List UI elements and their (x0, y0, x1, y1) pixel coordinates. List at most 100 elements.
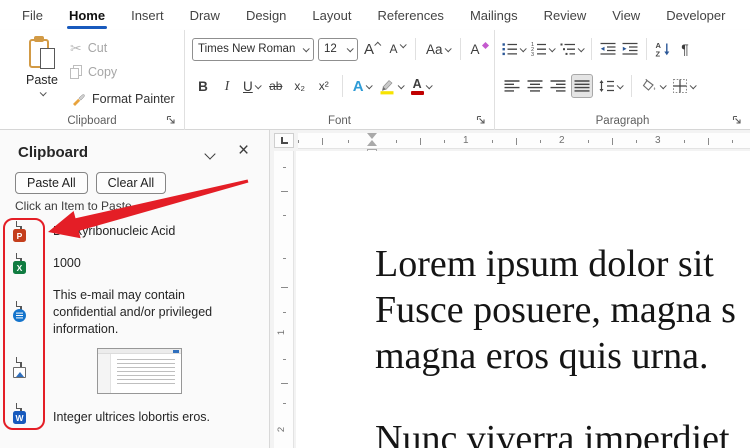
borders-button[interactable] (670, 74, 697, 98)
cut-button[interactable]: ✂ Cut (70, 41, 107, 55)
strikethrough-button[interactable]: ab (266, 74, 286, 98)
clipboard-item-text: This e-mail may contain confidential and… (53, 288, 213, 336)
increase-indent-button[interactable] (620, 37, 640, 61)
clipboard-item-text: Integer ultrices lobortis eros. (53, 410, 211, 424)
chevron-down-icon (577, 44, 585, 52)
horizontal-ruler[interactable]: 1 2 3 (298, 133, 750, 149)
change-case-button[interactable]: Aa (424, 37, 452, 61)
italic-button[interactable]: I (217, 74, 237, 98)
paste-all-button[interactable]: Paste All (15, 172, 88, 194)
chevron-down-icon (659, 81, 667, 89)
superscript-button[interactable]: x² (314, 74, 334, 98)
ribbon-tab-bar: File Home Insert Draw Design Layout Refe… (0, 0, 750, 30)
document-line: Fusce posuere, magna s (375, 289, 736, 331)
text-highlight-button[interactable] (377, 74, 405, 98)
tab-file[interactable]: File (22, 8, 43, 23)
tab-layout[interactable]: Layout (312, 8, 351, 23)
numbering-button[interactable]: 123 (529, 37, 556, 61)
chevron-down-icon (425, 81, 433, 89)
justify-button[interactable] (571, 74, 593, 98)
clear-formatting-button[interactable]: A (469, 37, 490, 61)
font-group: Times New Roman 12 A A Aa A B I U ab x₂ … (185, 30, 495, 130)
paint-bucket-icon (642, 78, 656, 91)
paste-label: Paste (26, 73, 58, 87)
font-size-combo[interactable]: 12 (318, 37, 358, 61)
show-hide-paragraph-button[interactable]: ¶ (675, 37, 695, 61)
copy-button[interactable]: Copy (70, 65, 117, 79)
grow-font-button[interactable]: A (362, 37, 383, 61)
underline-button[interactable]: U (241, 74, 262, 98)
paragraph-group-label: Paragraph (595, 115, 650, 127)
highlighter-icon (380, 79, 394, 94)
increase-indent-icon (622, 42, 638, 55)
font-name-combo[interactable]: Times New Roman (192, 37, 314, 61)
caret-down-icon (399, 40, 407, 48)
pane-chevron-down-icon[interactable] (204, 148, 216, 160)
tab-draw[interactable]: Draw (190, 8, 220, 23)
chevron-down-icon (519, 44, 527, 52)
hanging-indent-marker[interactable] (367, 140, 377, 146)
shrink-font-button[interactable]: A (387, 37, 407, 61)
ruler-number: 2 (559, 134, 565, 146)
tab-insert[interactable]: Insert (131, 8, 164, 23)
annotation-rectangle (3, 218, 45, 430)
tab-mailings[interactable]: Mailings (470, 8, 518, 23)
paste-dropdown-chevron-icon[interactable] (39, 89, 47, 97)
align-left-button[interactable] (502, 74, 522, 98)
chevron-down-icon (302, 44, 310, 52)
font-color-button[interactable]: A (409, 74, 433, 98)
clipboard-item-text: Deoxyribonucleic Acid (53, 224, 176, 238)
sort-button[interactable]: A Z (653, 37, 673, 61)
text-effects-button[interactable]: A (351, 74, 373, 98)
paragraph-dialog-launcher-icon[interactable] (732, 115, 742, 125)
sort-az-icon: A Z (656, 41, 670, 57)
tab-review[interactable]: Review (544, 8, 587, 23)
svg-text:3: 3 (531, 52, 534, 57)
chevron-down-icon (444, 44, 452, 52)
subscript-button[interactable]: x₂ (290, 74, 310, 98)
pilcrow-icon: ¶ (681, 41, 689, 57)
document-page[interactable]: Lorem ipsum dolor sit Fusce posuere, mag… (296, 151, 750, 448)
clipboard-group: Paste ✂ Cut Copy Format Painter Clipboar… (0, 30, 185, 130)
left-tab-icon (280, 137, 288, 144)
clipboard-dialog-launcher-icon[interactable] (166, 115, 176, 125)
tab-references[interactable]: References (377, 8, 443, 23)
paste-clipboard-icon (29, 36, 55, 69)
bold-button[interactable]: B (193, 74, 213, 98)
tab-design[interactable]: Design (246, 8, 286, 23)
scissors-icon: ✂ (70, 40, 82, 56)
chevron-down-icon (548, 44, 556, 52)
font-dialog-launcher-icon[interactable] (476, 115, 486, 125)
font-group-label: Font (327, 115, 351, 127)
first-line-indent-marker[interactable] (367, 133, 377, 139)
tab-home[interactable]: Home (66, 8, 108, 29)
document-line: Lorem ipsum dolor sit (375, 243, 714, 285)
tab-developer[interactable]: Developer (666, 8, 725, 23)
align-left-icon (504, 80, 520, 92)
chevron-down-icon (689, 81, 697, 89)
chevron-down-icon (616, 81, 624, 89)
format-painter-button[interactable]: Format Painter (70, 91, 175, 107)
clear-all-button[interactable]: Clear All (95, 172, 167, 194)
line-spacing-button[interactable] (596, 74, 624, 98)
format-painter-brush-icon (73, 94, 85, 106)
decrease-indent-button[interactable] (598, 37, 618, 61)
ribbon: Paste ✂ Cut Copy Format Painter Clipboar… (0, 30, 750, 130)
vertical-ruler[interactable]: 1 2 (274, 151, 294, 448)
document-text: Lorem ipsum dolor sit Fusce posuere, mag… (375, 241, 736, 448)
align-center-button[interactable] (525, 74, 545, 98)
tab-selector[interactable] (274, 133, 294, 148)
tab-view[interactable]: View (612, 8, 640, 23)
shading-button[interactable] (639, 74, 667, 98)
pane-close-icon[interactable]: × (238, 140, 249, 162)
chevron-down-icon (365, 81, 373, 89)
paste-button[interactable]: Paste (16, 36, 68, 124)
clipboard-image-thumbnail[interactable] (97, 348, 182, 394)
multilevel-list-icon (560, 43, 575, 55)
document-area: 1 2 3 1 2 Lorem ipsum dolor sit Fusce po… (270, 130, 750, 448)
decrease-indent-icon (600, 42, 616, 55)
chevron-down-icon (346, 44, 354, 52)
multilevel-list-button[interactable] (558, 37, 585, 61)
align-right-button[interactable] (548, 74, 568, 98)
bullets-button[interactable] (500, 37, 527, 61)
